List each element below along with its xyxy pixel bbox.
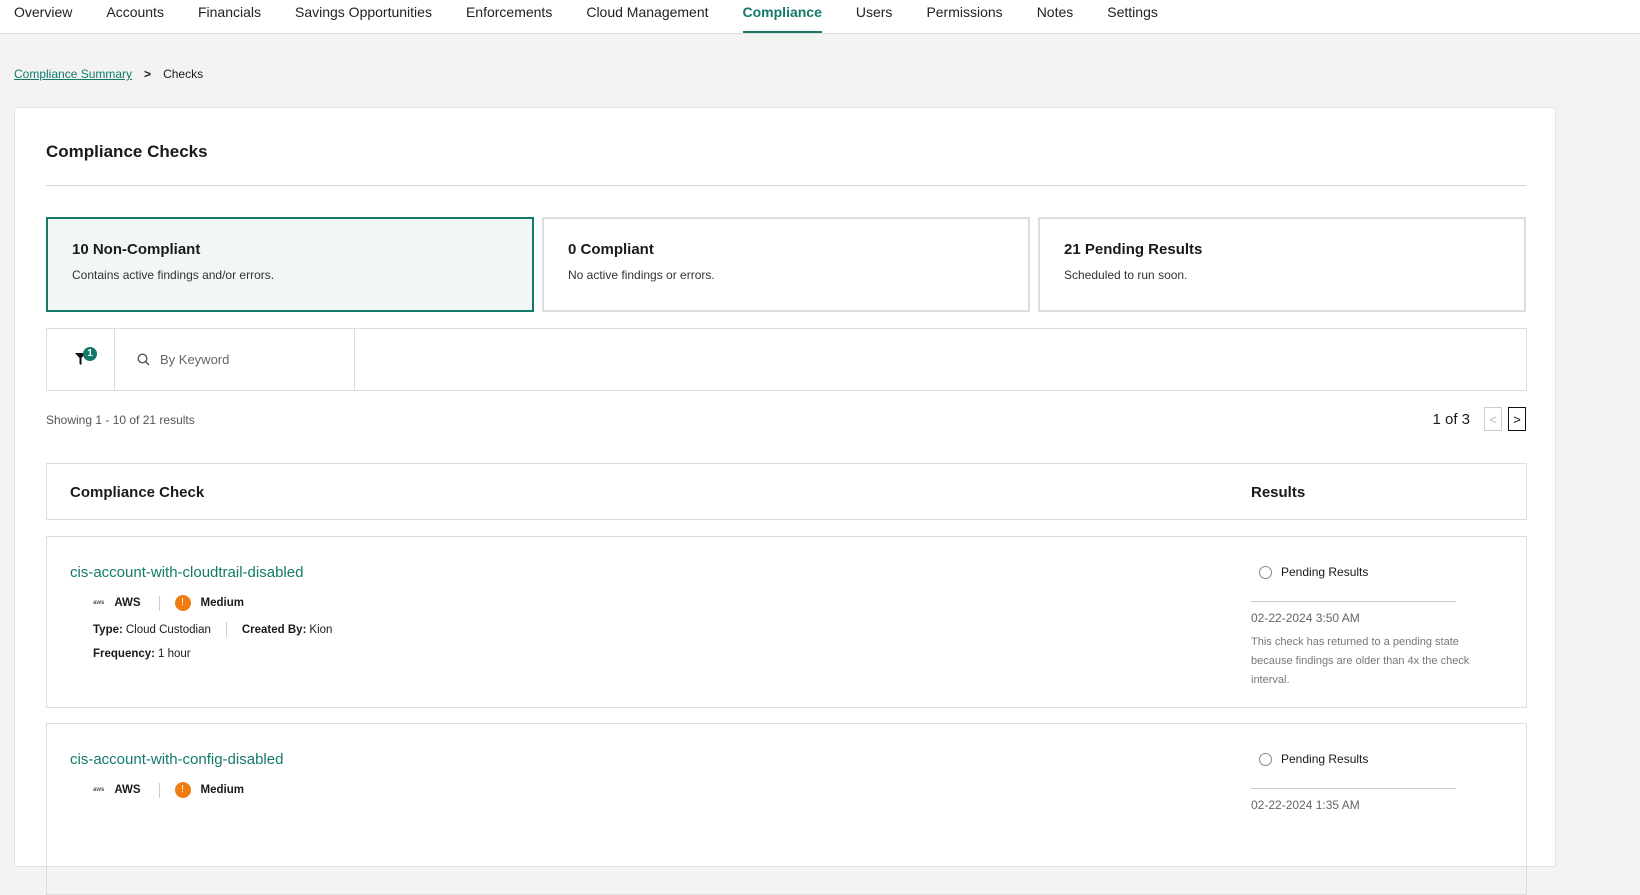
summary-pending[interactable]: 21 Pending Results Scheduled to run soon… <box>1038 217 1526 312</box>
breadcrumb-parent-link[interactable]: Compliance Summary <box>14 67 132 81</box>
summary-compliant[interactable]: 0 Compliant No active findings or errors… <box>542 217 1030 312</box>
provider: AWS <box>114 597 141 609</box>
nav-cloud-management[interactable]: Cloud Management <box>586 0 708 34</box>
page-title: Compliance Checks <box>46 142 208 161</box>
aws-icon: aws <box>93 600 105 606</box>
clock-icon <box>1259 752 1272 766</box>
frequency-label: Frequency: <box>93 648 155 660</box>
check-name-link[interactable]: cis-account-with-cloudtrail-disabled <box>70 564 303 581</box>
results-count: Showing 1 - 10 of 21 results <box>46 413 195 427</box>
filter-button[interactable]: 1 <box>47 329 115 390</box>
created-value: Kion <box>309 623 333 636</box>
top-nav: Overview Accounts Financials Savings Opp… <box>0 0 1640 34</box>
summary-title: 10 Non-Compliant <box>72 241 201 258</box>
prev-page-button[interactable]: < <box>1484 407 1502 431</box>
main-card: Compliance Checks 10 Non-Compliant Conta… <box>14 107 1556 895</box>
nav-overview[interactable]: Overview <box>14 0 72 34</box>
breadcrumb-current: Checks <box>163 67 204 81</box>
breadcrumb: Compliance Summary > Checks <box>14 67 203 81</box>
result-cell: Pending Results 02-22-2024 3:50 AM This … <box>1251 565 1469 690</box>
result-cell: Pending Results 02-22-2024 1:35 AM <box>1251 752 1456 812</box>
nav-settings[interactable]: Settings <box>1107 0 1158 34</box>
nav-notes[interactable]: Notes <box>1037 0 1074 34</box>
check-name-link[interactable]: cis-account-with-config-disabled <box>70 751 283 768</box>
summary-non-compliant[interactable]: 10 Non-Compliant Contains active finding… <box>46 217 534 312</box>
column-header-check: Compliance Check <box>70 484 205 501</box>
frequency-value: 1 hour <box>158 648 191 660</box>
divider <box>46 185 1526 186</box>
nav-accounts[interactable]: Accounts <box>106 0 164 34</box>
type-label: Type: <box>93 623 123 636</box>
pagination: 1 of 3 < > <box>1432 407 1526 431</box>
nav-enforcements[interactable]: Enforcements <box>466 0 552 34</box>
search-icon <box>137 353 150 366</box>
nav-compliance[interactable]: Compliance <box>742 0 823 34</box>
aws-icon: aws <box>93 787 105 793</box>
table-row: cis-account-with-config-disabled aws AWS… <box>46 723 1527 895</box>
result-date: 02-22-2024 3:50 AM <box>1251 611 1360 625</box>
severity: Medium <box>200 784 244 796</box>
warning-icon: ! <box>174 595 191 611</box>
summary-title: 0 Compliant <box>568 241 654 258</box>
clock-icon <box>1259 565 1272 579</box>
page-indicator: 1 of 3 <box>1432 410 1470 428</box>
summary-desc: Scheduled to run soon. <box>1064 268 1188 282</box>
result-status: Pending Results <box>1281 752 1369 766</box>
nav-permissions[interactable]: Permissions <box>926 0 1002 34</box>
column-header-results: Results <box>1251 484 1306 501</box>
nav-savings-opportunities[interactable]: Savings Opportunities <box>295 0 432 34</box>
chevron-right-icon: > <box>144 67 152 81</box>
table-row: cis-account-with-cloudtrail-disabled aws… <box>46 536 1527 708</box>
search-placeholder: By Keyword <box>160 352 230 367</box>
table-header: Compliance Check Results <box>46 463 1527 520</box>
result-message: This check has returned to a pending sta… <box>1251 636 1470 686</box>
result-date: 02-22-2024 1:35 AM <box>1251 798 1360 812</box>
nav-users[interactable]: Users <box>856 0 893 34</box>
provider: AWS <box>114 784 141 796</box>
summary-desc: Contains active findings and/or errors. <box>72 268 275 282</box>
summary-desc: No active findings or errors. <box>568 268 715 282</box>
next-page-button[interactable]: > <box>1508 407 1526 431</box>
severity: Medium <box>200 597 244 609</box>
created-label: Created By: <box>241 623 307 636</box>
result-status: Pending Results <box>1281 565 1369 579</box>
summary-title: 21 Pending Results <box>1064 241 1203 258</box>
warning-icon: ! <box>174 782 191 798</box>
type-value: Cloud Custodian <box>125 623 211 636</box>
filter-bar: 1 By Keyword <box>46 328 1527 391</box>
filter-count-badge: 1 <box>83 347 97 361</box>
nav-financials[interactable]: Financials <box>198 0 261 34</box>
search-input[interactable]: By Keyword <box>115 329 355 390</box>
